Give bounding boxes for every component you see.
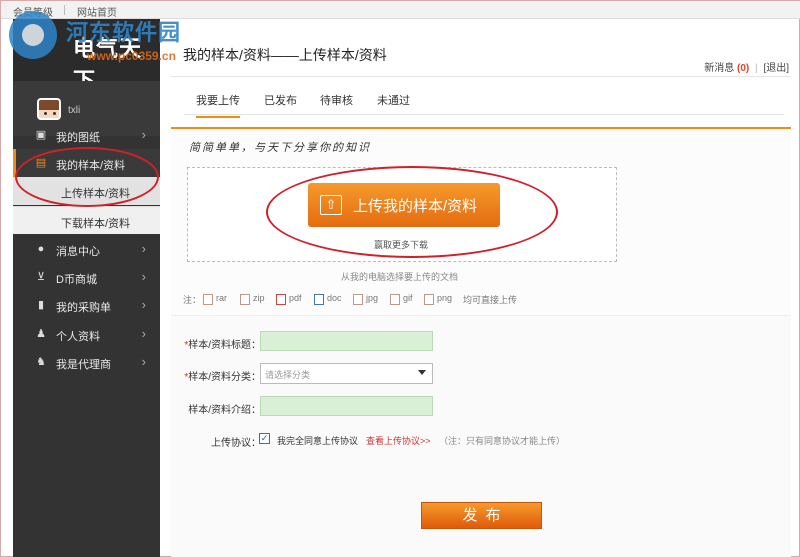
header-divider: | xyxy=(755,63,758,74)
agreement-text: 我完全同意上传协议 xyxy=(277,436,359,446)
agreement-label: 上传协议： xyxy=(211,438,261,449)
sidebar-item-agent[interactable]: ♞ 我是代理商 › xyxy=(13,348,160,376)
chat-icon: ● xyxy=(37,243,45,255)
page-title: 我的样本/资料——上传样本/资料 xyxy=(183,47,387,63)
gif-file-icon xyxy=(390,294,400,305)
tab-rejected[interactable]: 未通过 xyxy=(377,92,410,108)
chevron-right-icon: › xyxy=(141,326,146,341)
username: txli xyxy=(68,105,81,116)
chevron-right-icon: › xyxy=(141,241,146,256)
folder-icon: ▤ xyxy=(35,157,47,169)
sidebar: 电气天下 txli ▣ 我的图纸 › ▤ 我的样本/资料 上传样本/资料 下载样… xyxy=(13,19,160,557)
upload-form: *样本/资料标题： *样本/资料分类： 请选择分类 样本/资料介绍： 上传协议：… xyxy=(171,315,791,557)
sidebar-item-messages[interactable]: ● 消息中心 › xyxy=(13,235,160,263)
jpg-file-icon xyxy=(353,294,363,305)
caret-down-icon xyxy=(418,370,426,375)
choose-file-tip: 从我的电脑选择要上传的文档 xyxy=(341,272,459,282)
agent-icon: ♞ xyxy=(36,356,46,368)
rar-file-icon xyxy=(203,294,213,305)
chevron-right-icon: › xyxy=(141,269,146,284)
more-downloads-text: 赢取更多下载 xyxy=(374,240,429,250)
sidebar-item-label: 消息中心 xyxy=(56,246,100,258)
sidebar-item-my-samples[interactable]: ▤ 我的样本/资料 xyxy=(13,149,160,177)
tab-published[interactable]: 已发布 xyxy=(264,92,297,108)
upload-button[interactable]: ⇧ 上传我的样本/资料 xyxy=(308,183,500,227)
upload-zone: 简简单单，与天下分享你的知识 ⇧ 上传我的样本/资料 赢取更多下载 从我的电脑选… xyxy=(171,127,791,315)
sidebar-item-label: 个人资料 xyxy=(56,331,100,343)
agreement-hint: （注：只有同意协议才能上传） xyxy=(439,436,566,446)
file-types-row: 注： rar zip pdf doc jpg gif png 均可直接上传 xyxy=(183,293,518,305)
logout-link[interactable]: [退出] xyxy=(763,63,789,74)
new-messages-link[interactable]: 新消息 xyxy=(704,63,734,74)
sidebar-item-label: 我的样本/资料 xyxy=(56,160,126,172)
subnav-label: 下载样本/资料 xyxy=(61,218,131,230)
page-header: 我的样本/资料——上传样本/资料 新消息 (0) | [退出] xyxy=(171,41,791,77)
sidebar-item-label: D币商城 xyxy=(56,274,97,286)
category-field-label: *样本/资料分类： xyxy=(184,372,261,383)
sidebar-item-label: 我的图纸 xyxy=(56,132,100,144)
agreement-row: 上传协议： ✓ 我完全同意上传协议 查看上传协议>> （注：只有同意协议才能上传… xyxy=(211,432,771,449)
sidebar-item-purchase-orders[interactable]: ▮ 我的采购单 › xyxy=(13,291,160,319)
sidebar-item-profile[interactable]: ♟ 个人资料 › xyxy=(13,320,160,348)
subnav-label: 上传样本/资料 xyxy=(61,188,131,200)
pdf-file-icon xyxy=(276,294,286,305)
category-select[interactable]: 请选择分类 xyxy=(260,363,433,384)
doc-file-icon xyxy=(314,294,324,305)
title-input[interactable] xyxy=(260,331,433,351)
user-edit-icon: ♟ xyxy=(36,328,46,340)
category-placeholder: 请选择分类 xyxy=(265,370,311,380)
zip-file-icon xyxy=(240,294,250,305)
file-types-note: 注： xyxy=(183,295,202,305)
image-icon: ▣ xyxy=(35,129,47,141)
upload-button-label: 上传我的样本/资料 xyxy=(353,198,478,215)
sidebar-item-label: 我的采购单 xyxy=(56,302,111,314)
upload-arrow-icon: ⇧ xyxy=(320,195,342,215)
cart-icon: ⊻ xyxy=(36,271,46,283)
view-agreement-link[interactable]: 查看上传协议>> xyxy=(366,434,431,447)
subnav-download-samples[interactable]: 下载样本/资料 xyxy=(13,206,160,234)
watermark-url: www.pc0359.cn xyxy=(87,49,176,63)
watermark-logo-icon xyxy=(9,11,57,59)
sidebar-item-shop[interactable]: ⊻ D币商城 › xyxy=(13,263,160,291)
agreement-checkbox[interactable]: ✓ xyxy=(259,433,270,444)
publish-button[interactable]: 发布 xyxy=(421,502,542,529)
png-file-icon xyxy=(424,294,434,305)
header-actions: 新消息 (0) | [退出] xyxy=(704,59,789,74)
sidebar-item-label: 我是代理商 xyxy=(56,359,111,371)
sidebar-item-my-drawings[interactable]: ▣ 我的图纸 › xyxy=(13,121,160,149)
intro-field-label: 样本/资料介绍： xyxy=(188,405,261,416)
tab-pending[interactable]: 待审核 xyxy=(320,92,353,108)
tab-bar: 我要上传 已发布 待审核 未通过 xyxy=(184,87,784,118)
title-field-label: *样本/资料标题： xyxy=(184,340,261,351)
chevron-right-icon: › xyxy=(141,127,146,142)
chevron-right-icon: › xyxy=(141,354,146,369)
watermark-title: 河东软件园 xyxy=(66,20,182,45)
chevron-right-icon: › xyxy=(141,297,146,312)
upload-slogan: 简简单单，与天下分享你的知识 xyxy=(189,141,371,154)
tab-upload[interactable]: 我要上传 xyxy=(196,92,240,118)
messages-count-badge: (0) xyxy=(737,63,750,74)
document-icon: ▮ xyxy=(37,299,45,311)
file-types-tail: 均可直接上传 xyxy=(463,295,518,305)
intro-input[interactable] xyxy=(260,396,433,416)
upload-drop-area[interactable]: ⇧ 上传我的样本/资料 赢取更多下载 xyxy=(187,167,617,262)
subnav-upload-samples[interactable]: 上传样本/资料 xyxy=(13,177,160,205)
avatar[interactable] xyxy=(37,98,61,120)
